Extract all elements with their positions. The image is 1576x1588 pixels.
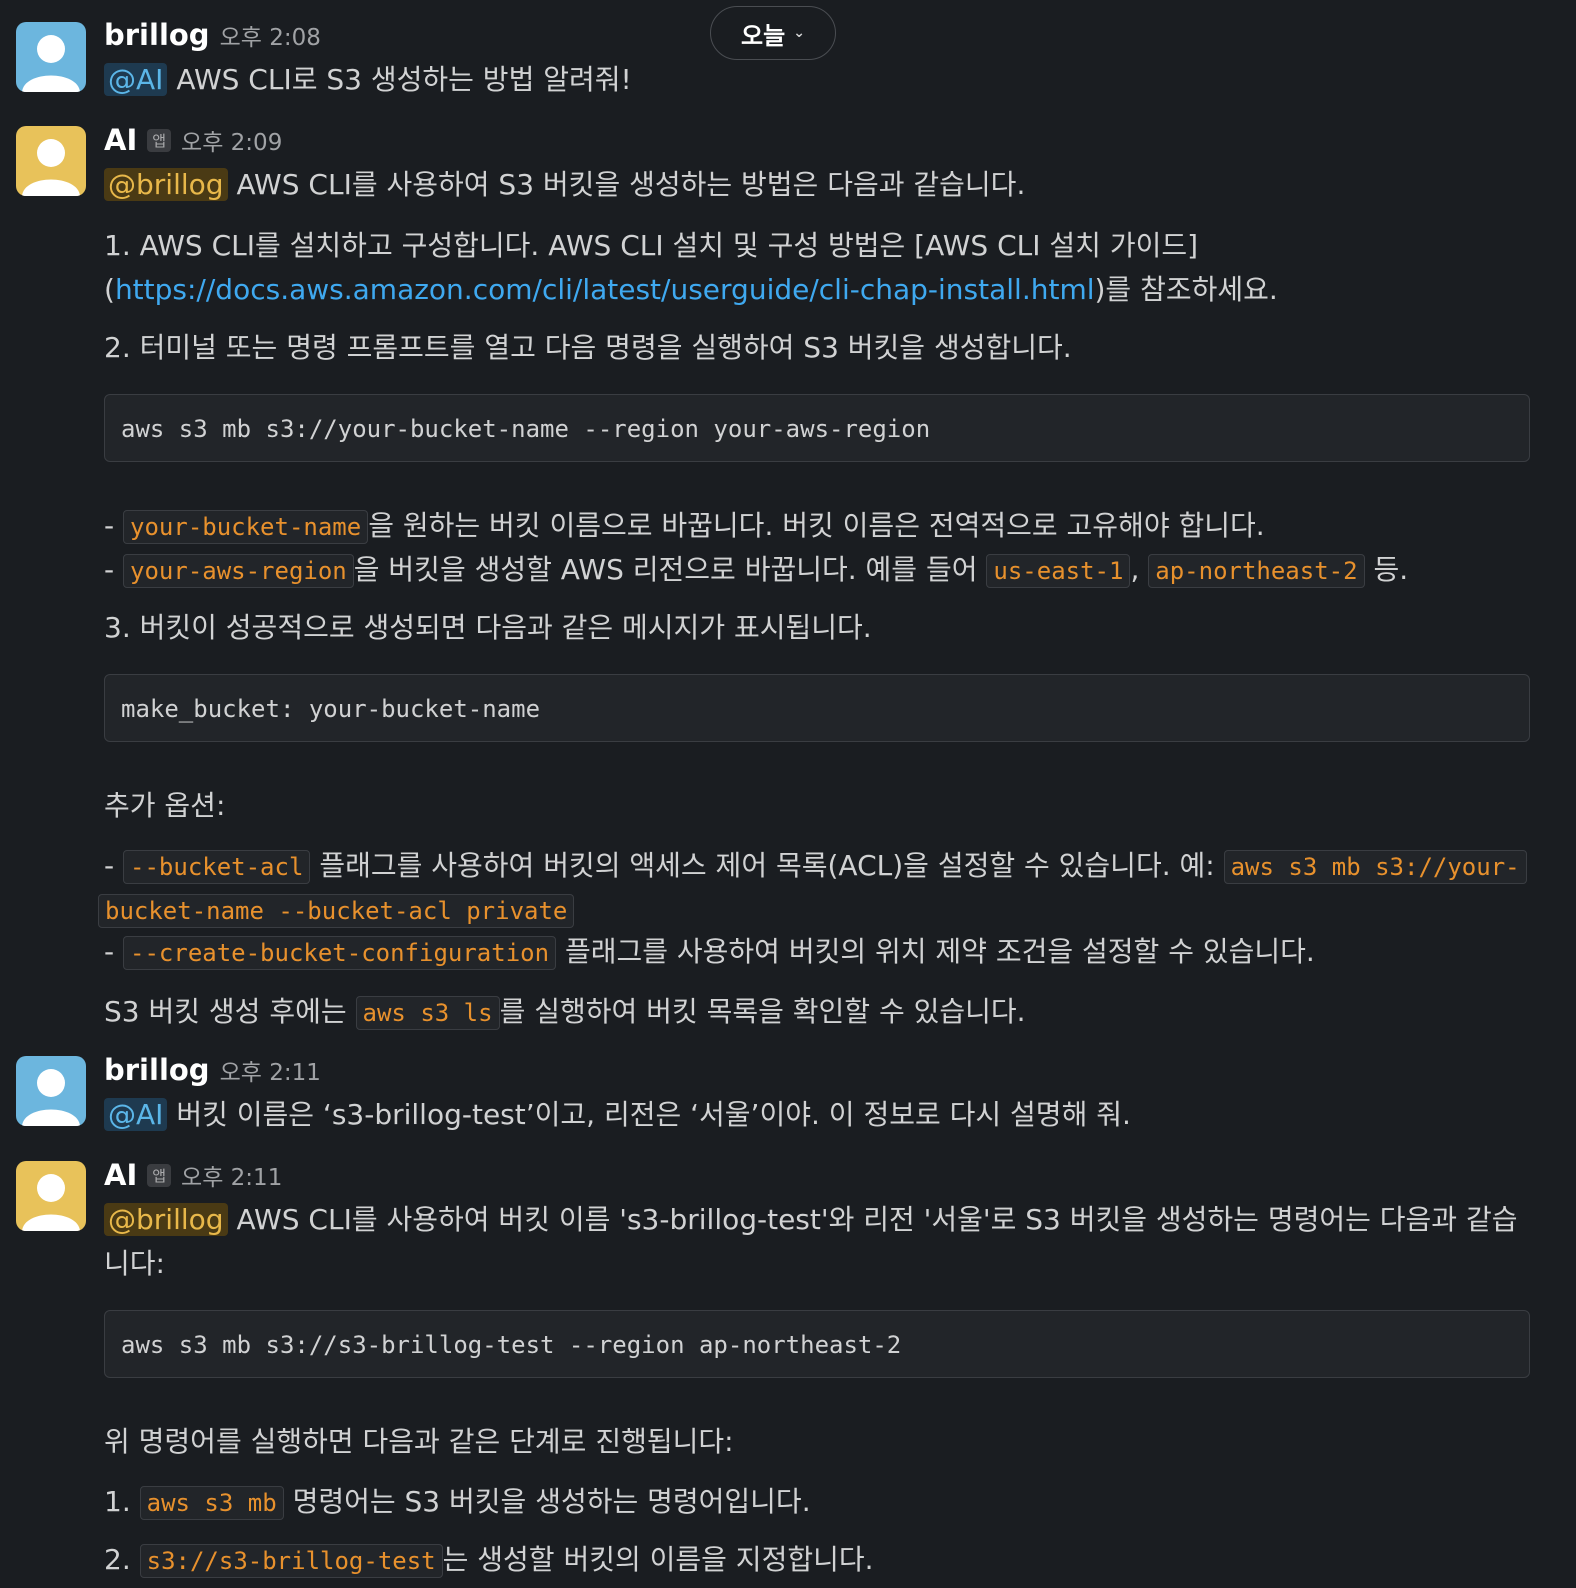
bullet-bucket-name: - your-bucket-name 을 원하는 버킷 이름으로 바꿉니다. 버킷… <box>104 504 1265 549</box>
bullet-dash: - <box>104 935 115 968</box>
bullet-end: 등. <box>1373 553 1409 586</box>
steps-intro: 위 명령어를 실행하면 다음과 같은 단계로 진행됩니다: <box>104 1425 734 1458</box>
app-badge: 앱 <box>147 129 172 152</box>
timestamp[interactable]: 오후 2:08 <box>220 18 321 52</box>
option-bucket-acl: - --bucket-acl 플래그를 사용하여 버킷의 액세스 제어 목록(A… <box>104 844 1527 889</box>
paren-open: ( <box>104 273 115 306</box>
message-text: 버킷 이름은 ‘s3-brillog-test’이고, 리전은 ‘서울’이야. … <box>176 1098 1131 1131</box>
step-1-line-a: 1. AWS CLI를 설치하고 구성합니다. AWS CLI 설치 및 구성 … <box>104 229 1199 262</box>
option-text: 플래그를 사용하여 버킷의 액세스 제어 목록(ACL)을 설정할 수 있습니다… <box>319 849 1215 882</box>
install-guide-link[interactable]: https://docs.aws.amazon.com/cli/latest/u… <box>115 273 1095 306</box>
step-text: 명령어는 S3 버킷을 생성하는 명령어입니다. <box>292 1485 811 1518</box>
mention-ai[interactable]: @AI <box>104 63 168 96</box>
person-icon <box>16 1056 86 1126</box>
app-badge: 앱 <box>147 1164 172 1187</box>
inline-code: your-bucket-name <box>123 510 369 544</box>
person-icon <box>16 22 86 92</box>
timestamp[interactable]: 오후 2:09 <box>181 123 282 157</box>
avatar-brillog[interactable] <box>16 1056 86 1126</box>
inline-code: --bucket-acl <box>123 850 311 884</box>
chevron-down-icon: ⌄ <box>793 25 805 41</box>
bullet-text: 을 원하는 버킷 이름으로 바꿉니다. 버킷 이름은 전역적으로 고유해야 합니… <box>368 509 1265 542</box>
message-text: AWS CLI로 S3 생성하는 방법 알려줘! <box>176 63 632 96</box>
avatar-ai[interactable] <box>16 1161 86 1231</box>
step-number: 2. <box>104 1543 131 1576</box>
inline-code: your-aws-region <box>123 554 354 588</box>
inline-code: --create-bucket-configuration <box>123 936 557 970</box>
message-text: AWS CLI를 사용하여 버킷 이름 's3-brillog-test'와 리… <box>236 1203 1518 1236</box>
step-number: 1. <box>104 1485 131 1518</box>
step-1-line-b: (https://docs.aws.amazon.com/cli/latest/… <box>104 268 1278 312</box>
step-1-item: 1. aws s3 mb 명령어는 S3 버킷을 생성하는 명령어입니다. <box>104 1480 811 1525</box>
mention-brillog[interactable]: @brillog <box>104 1203 228 1236</box>
step-2-text: 2. 터미널 또는 명령 프롬프트를 열고 다음 명령을 실행하여 S3 버킷을… <box>104 331 1072 364</box>
message-text: AWS CLI를 사용하여 S3 버킷을 생성하는 방법은 다음과 같습니다. <box>236 168 1026 201</box>
mention-ai[interactable]: @AI <box>104 1098 168 1131</box>
date-divider-button[interactable]: 오늘 ⌄ <box>710 6 836 60</box>
inline-code: s3://s3-brillog-test <box>139 1544 443 1578</box>
code-block[interactable]: aws s3 mb s3://your-bucket-name --region… <box>104 394 1530 462</box>
code-block[interactable]: make_bucket: your-bucket-name <box>104 674 1530 742</box>
step-text: 는 생성할 버킷의 이름을 지정합니다. <box>442 1543 874 1576</box>
person-icon <box>16 1161 86 1231</box>
bullet-dash: - <box>104 553 115 586</box>
bullet-region: - your-aws-region 을 버킷을 생성할 AWS 리전으로 바꿉니다… <box>104 548 1408 593</box>
bullet-text: 을 버킷을 생성할 AWS 리전으로 바꿉니다. 예를 들어 <box>353 553 978 586</box>
author-name[interactable]: brillog <box>104 1053 210 1087</box>
outro-b: 를 실행하여 버킷 목록을 확인할 수 있습니다. <box>499 995 1026 1028</box>
step-2-item: 2. s3://s3-brillog-test 는 생성할 버킷의 이름을 지정합… <box>104 1538 874 1583</box>
step-3-text: 3. 버킷이 성공적으로 생성되면 다음과 같은 메시지가 표시됩니다. <box>104 611 872 644</box>
option-bucket-acl-cont: bucket-name --bucket-acl private <box>98 888 575 933</box>
author-name[interactable]: AI <box>104 123 137 157</box>
author-name[interactable]: AI <box>104 1158 137 1192</box>
date-label: 오늘 <box>741 21 786 50</box>
inline-code: ap-northeast-2 <box>1148 554 1365 588</box>
avatar-brillog[interactable] <box>16 22 86 92</box>
message-text-cont: 니다: <box>104 1247 165 1280</box>
inline-code: bucket-name --bucket-acl private <box>98 894 575 928</box>
step-1-tail: )를 참조하세요. <box>1094 273 1278 306</box>
outro-text: S3 버킷 생성 후에는 aws s3 ls 를 실행하여 버킷 목록을 확인할 … <box>104 990 1026 1035</box>
inline-code: aws s3 ls <box>355 996 500 1030</box>
bullet-dash: - <box>104 509 115 542</box>
inline-code: us-east-1 <box>986 554 1131 588</box>
option-create-bucket-config: - --create-bucket-configuration 플래그를 사용하… <box>104 930 1315 975</box>
timestamp[interactable]: 오후 2:11 <box>181 1158 282 1192</box>
mention-brillog[interactable]: @brillog <box>104 168 228 201</box>
outro-a: S3 버킷 생성 후에는 <box>104 995 347 1028</box>
comma: , <box>1130 553 1140 586</box>
option-text: 플래그를 사용하여 버킷의 위치 제약 조건을 설정할 수 있습니다. <box>564 935 1315 968</box>
bullet-dash: - <box>104 849 115 882</box>
author-name[interactable]: brillog <box>104 18 210 52</box>
inline-code: aws s3 mb s3://your- <box>1223 850 1527 884</box>
person-icon <box>16 126 86 196</box>
timestamp[interactable]: 오후 2:11 <box>220 1053 321 1087</box>
avatar-ai[interactable] <box>16 126 86 196</box>
options-title: 추가 옵션: <box>104 789 226 822</box>
code-block[interactable]: aws s3 mb s3://s3-brillog-test --region … <box>104 1310 1530 1378</box>
inline-code: aws s3 mb <box>139 1486 284 1520</box>
